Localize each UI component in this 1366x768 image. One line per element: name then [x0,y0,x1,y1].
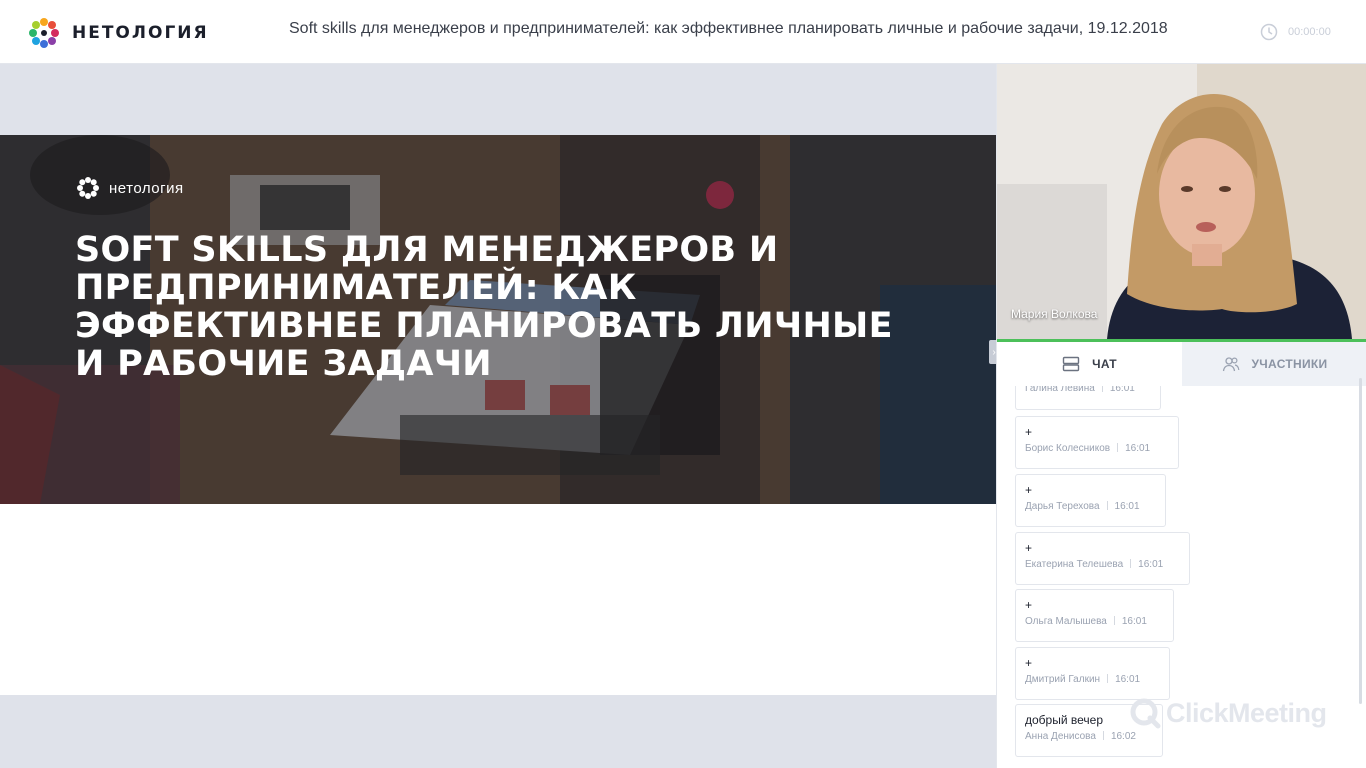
chat-message-author: Дарья Терехова [1025,501,1100,512]
chat-message: + Борис Колесников 16:01 [1015,416,1179,469]
slide-logo: нетология [75,175,184,201]
tab-chat-label: ЧАТ [1092,357,1117,371]
tab-participants-label: УЧАСТНИКИ [1251,357,1328,371]
chat-message-author: Борис Колесников [1025,443,1111,454]
brand[interactable]: НЕТОЛОГИЯ [26,15,209,51]
stage-band-top [0,64,996,135]
chat-message-text: + [1025,425,1033,439]
chat-message: Галина Левина 16:01 [1015,386,1161,410]
stage-band-bottom [0,695,996,768]
timer: 00:00:00 [1260,23,1331,41]
chat-message-time: 16:01 [1115,674,1141,685]
chat-message-time: 16:01 [1109,386,1135,394]
clock-icon [1260,23,1278,41]
presentation-slide: нетология SOFT SKILLS ДЛЯ МЕНЕДЖЕРОВ И П… [0,135,996,504]
chat-scrollbar[interactable] [1359,378,1362,704]
timer-value: 00:00:00 [1288,26,1331,38]
slide-heading: SOFT SKILLS ДЛЯ МЕНЕДЖЕРОВ И ПРЕДПРИНИМА… [75,230,893,384]
chat-message-author: Галина Левина [1025,386,1095,394]
netology-logo-icon [77,177,99,199]
chat-message-time: 16:01 [1114,501,1140,512]
presentation-stage: нетология SOFT SKILLS ДЛЯ МЕНЕДЖЕРОВ И П… [0,64,996,768]
chat-message-time: 16:01 [1125,443,1151,454]
tab-chat[interactable]: ЧАТ [997,342,1182,386]
chat-message-author: Ольга Малышева [1025,616,1107,627]
tab-participants[interactable]: УЧАСТНИКИ [1182,342,1366,386]
chat-message-time: 16:01 [1121,616,1147,627]
clickmeeting-logo-icon [1130,698,1161,729]
presenter-name: Мария Волкова [1011,307,1098,321]
chat-message-text: + [1025,541,1033,555]
chat-message-author: Дмитрий Галкин [1025,674,1101,685]
chat-message: + Дарья Терехова 16:01 [1015,474,1166,527]
brand-name: НЕТОЛОГИЯ [72,23,209,43]
slide-logo-text: нетология [109,179,184,197]
participants-icon [1222,357,1239,372]
top-bar: НЕТОЛОГИЯ Soft skills для менеджеров и п… [0,0,1366,64]
netology-logo-icon [29,18,59,48]
chat-message-text: + [1025,656,1033,670]
chat-icon [1062,356,1080,372]
chat-message-time: 16:01 [1138,559,1164,570]
webinar-title: Soft skills для менеджеров и предпринима… [289,20,1168,37]
side-panel: Мария Волкова ЧАТ УЧАСТНИКИ Галина Левин… [996,64,1366,768]
chat-message-author: Екатерина Телешева [1025,559,1124,570]
chat-message-text: + [1025,598,1033,612]
presenter-video-frame [997,64,1366,339]
clickmeeting-watermark: ClickMeeting [1128,696,1327,730]
chat-message: + Ольга Малышева 16:01 [1015,589,1174,642]
panel-tabs: ЧАТ УЧАСТНИКИ [997,342,1366,386]
presenter-video: Мария Волкова [997,64,1366,339]
watermark-text: ClickMeeting [1166,697,1327,728]
chat-message-author: Анна Денисова [1025,731,1096,742]
chat-message: + Екатерина Телешева 16:01 [1015,532,1190,585]
chat-message-time: 16:02 [1110,731,1136,742]
chat-message-text: + [1025,483,1033,497]
chat-message: + Дмитрий Галкин 16:01 [1015,647,1170,700]
